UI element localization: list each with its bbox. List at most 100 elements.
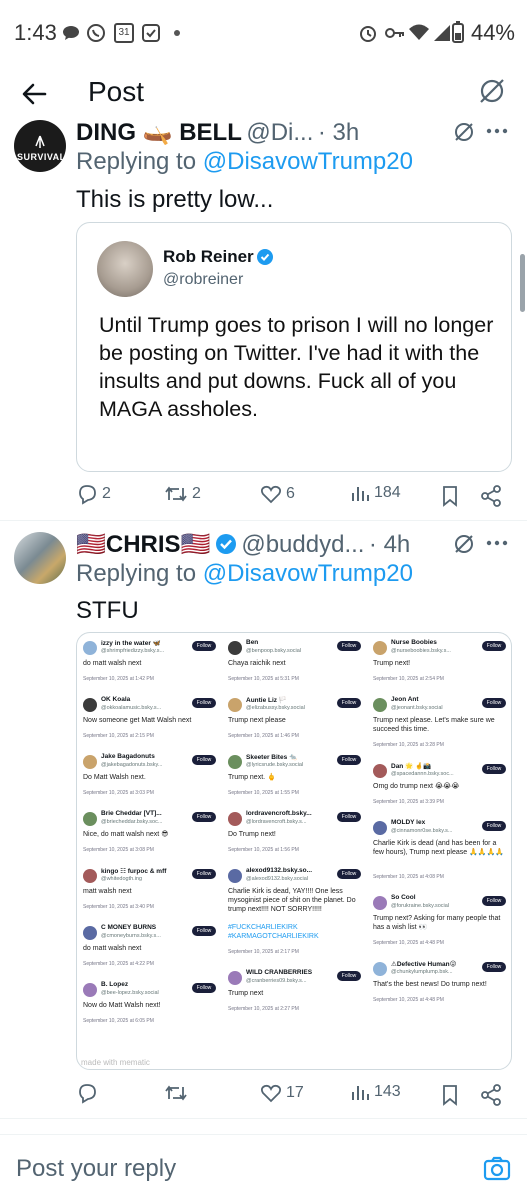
collage-follow-button: Follow: [192, 812, 216, 822]
reply-icon: [79, 485, 96, 505]
quoted-screenshot[interactable]: Rob Reiner @robreiner Until Trump goes t…: [76, 222, 512, 472]
collage-avatar: [373, 821, 387, 835]
status-bar: 1:43 31 44%: [0, 0, 527, 66]
reply-action[interactable]: 2: [76, 483, 111, 505]
divider: [0, 520, 527, 521]
collage-follow-button: Follow: [337, 755, 361, 765]
collage-avatar: [373, 764, 387, 778]
page-title: Post: [88, 76, 145, 107]
collage-text: Now do Matt Walsh next!: [83, 1002, 161, 1009]
collage-date: September 10, 2025 at 2:27 PM: [228, 1006, 299, 1012]
collage-follow-button: Follow: [337, 869, 361, 879]
key-icon: [385, 28, 404, 38]
collage-date: September 10, 2025 at 4:48 PM: [373, 940, 444, 946]
status-time: 1:43: [14, 20, 57, 45]
repost-count: 2: [192, 485, 201, 502]
collage-column: Ben @benpoop.bsky.social Follow Chaya raich…: [222, 633, 367, 1069]
collage-handle: @shrimpfriedizzy.bsky.s...: [101, 648, 165, 654]
share-icon[interactable]: [480, 1084, 502, 1106]
collage-date: September 10, 2025 at 2:54 PM: [373, 676, 444, 682]
collage-name: WILD CRANBERRIES: [246, 969, 313, 976]
collage-text: Do Matt Walsh next.: [83, 774, 146, 781]
collage-follow-button: Follow: [192, 869, 216, 879]
collage-text: matt walsh next: [83, 888, 132, 895]
more-options-icon[interactable]: [484, 118, 510, 144]
heart-icon: [260, 1084, 282, 1103]
reply-input[interactable]: Post your reply: [16, 1155, 176, 1183]
avatar[interactable]: [14, 532, 66, 584]
scrollbar-thumb[interactable]: [520, 254, 525, 312]
chat-bubble-icon: [63, 26, 79, 40]
collage-date: September 10, 2025 at 6:05 PM: [83, 1018, 154, 1024]
collage-text: Now someone get Matt Walsh next: [83, 717, 192, 724]
like-action[interactable]: 6: [260, 483, 295, 505]
collage-name: Dan 🌟 🤞📸: [391, 763, 432, 770]
share-icon[interactable]: [480, 485, 502, 507]
replying-to-link[interactable]: @DisavowTrump20: [203, 560, 413, 587]
camera-icon[interactable]: [483, 1155, 511, 1183]
signal-icon: [434, 25, 450, 41]
collage-follow-button: Follow: [482, 641, 506, 651]
collage-avatar: [228, 755, 242, 769]
views-action[interactable]: 184: [350, 483, 401, 503]
verified-badge-icon: [215, 534, 236, 554]
notification-dot-icon: [174, 30, 180, 36]
collage-avatar: [228, 812, 242, 826]
collage-avatar: [228, 641, 242, 655]
collage-text: Trump next please. Let's make sure we su…: [373, 717, 495, 733]
replying-prefix: Replying to: [76, 560, 197, 587]
verified-badge-icon: [257, 249, 273, 265]
collage-avatar: [228, 971, 242, 985]
collage-avatar: [373, 698, 387, 712]
collage-text: Do Trump next!: [228, 831, 276, 838]
collage-date: September 10, 2025 at 3:03 PM: [83, 790, 154, 796]
collage-follow-button: Follow: [482, 896, 506, 906]
collage-avatar: [373, 962, 387, 976]
collage-follow-button: Follow: [337, 641, 361, 651]
collage-name: MOLDY lex: [391, 819, 426, 826]
attached-image-collage[interactable]: izzy in the water 🦋 @shrimpfriedizzy.bsky…: [76, 632, 512, 1070]
collage-date: September 10, 2025 at 2:15 PM: [83, 733, 154, 739]
collage-text: Trump next: [228, 990, 264, 997]
collage-date: September 10, 2025 at 2:17 PM: [228, 949, 299, 955]
avatar[interactable]: SURVIVAL: [14, 120, 66, 172]
author-handle[interactable]: @Di...: [246, 119, 313, 146]
repost-icon: [165, 1085, 187, 1101]
collage-date: September 10, 2025 at 1:42 PM: [83, 676, 154, 682]
collage-follow-button: Follow: [192, 755, 216, 765]
repost-action[interactable]: 2: [164, 483, 201, 505]
author-name[interactable]: 🇺🇸CHRIS🇺🇸: [76, 531, 210, 558]
like-action[interactable]: 17: [260, 1082, 304, 1104]
collage-text: Charlie Kirk is dead (and has been for a…: [373, 840, 504, 856]
more-options-icon[interactable]: [484, 530, 510, 556]
collage-name: Ben: [246, 639, 259, 646]
reply-action[interactable]: [76, 1082, 102, 1104]
collage-handle: @benpoop.bsky.social: [246, 648, 302, 654]
collage-follow-button: Follow: [192, 926, 216, 936]
collage-avatar: [228, 869, 242, 883]
collage-date: September 10, 2025 at 4:08 PM: [373, 874, 444, 880]
reply-restricted-icon: [455, 535, 473, 553]
collage-follow-button: Follow: [192, 698, 216, 708]
collage-text: Trump next? Asking for many people that …: [373, 915, 501, 931]
reply-count: 2: [102, 485, 111, 502]
back-arrow-icon[interactable]: [18, 78, 50, 110]
repost-action[interactable]: [164, 1082, 192, 1104]
collage-column: Nurse Boobies @nurseboobies.bsky.s... Foll…: [367, 633, 511, 1069]
bookmark-icon[interactable]: [440, 485, 460, 507]
views-action[interactable]: 143: [350, 1082, 401, 1102]
reply-icon: [79, 1084, 96, 1104]
quoted-name: Rob Reiner: [163, 247, 254, 266]
reply-composer[interactable]: Post your reply: [0, 1134, 527, 1200]
collage-tags-line: #FUCKCHARLIEKIRK #KARMAGOTCHARLIEKIRK: [228, 923, 360, 941]
bookmark-icon[interactable]: [440, 1084, 460, 1106]
collage-handle: @cinnamonr0se.bsky.s...: [391, 828, 453, 834]
author-handle[interactable]: @buddyd...: [241, 531, 364, 558]
collage-avatar: [373, 896, 387, 910]
collage-follow-button: Follow: [337, 812, 361, 822]
calendar-icon: 31: [114, 23, 134, 43]
collage-handle: @jeonant.bsky.social: [391, 705, 443, 711]
reply-settings-icon[interactable]: [477, 76, 507, 106]
replying-to-link[interactable]: @DisavowTrump20: [203, 148, 413, 175]
author-name[interactable]: DING 🛶 BELL: [76, 119, 242, 146]
